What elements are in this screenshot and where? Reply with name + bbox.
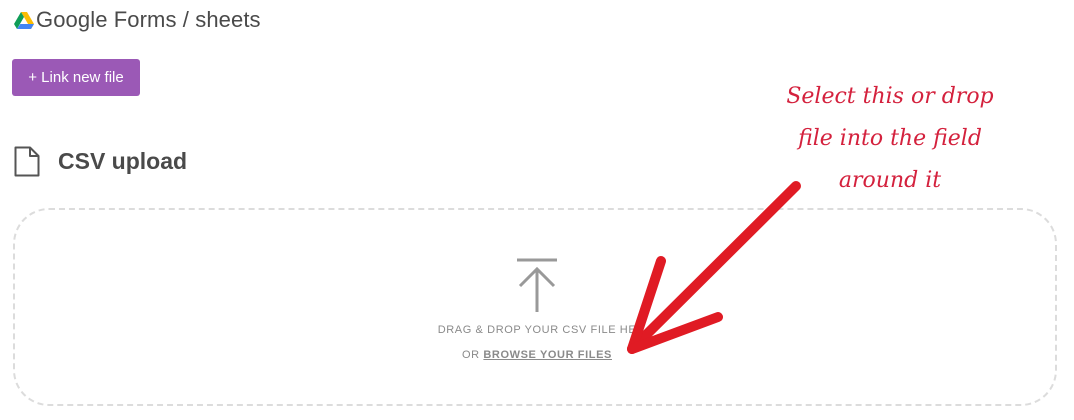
google-drive-icon [14,12,34,29]
upload-arrow-icon [517,258,557,312]
google-forms-header: Google Forms / sheets [14,5,261,35]
annotation-line: around it [838,168,942,193]
or-label: OR [462,349,480,361]
annotation-note: Select this or drop file into the field … [740,76,1040,202]
dropzone-instructions: DRAG & DROP YOUR CSV FILE HE [437,324,637,336]
browse-files-link[interactable]: BROWSE YOUR FILES [483,349,612,361]
file-icon [14,146,40,176]
page: Google Forms / sheets + Link new file CS… [0,0,1074,420]
annotation-line: Select this or drop [786,84,994,109]
link-new-file-button[interactable]: + Link new file [12,59,140,96]
csv-upload-heading: CSV upload [14,144,187,178]
annotation-line: file into the field [798,126,982,151]
section-title: Google Forms / sheets [36,7,261,32]
csv-upload-title: CSV upload [58,147,188,174]
csv-dropzone[interactable]: DRAG & DROP YOUR CSV FILE HE OR BROWSE Y… [13,208,1057,406]
dropzone-browse-line: OR BROWSE YOUR FILES [15,349,1059,361]
